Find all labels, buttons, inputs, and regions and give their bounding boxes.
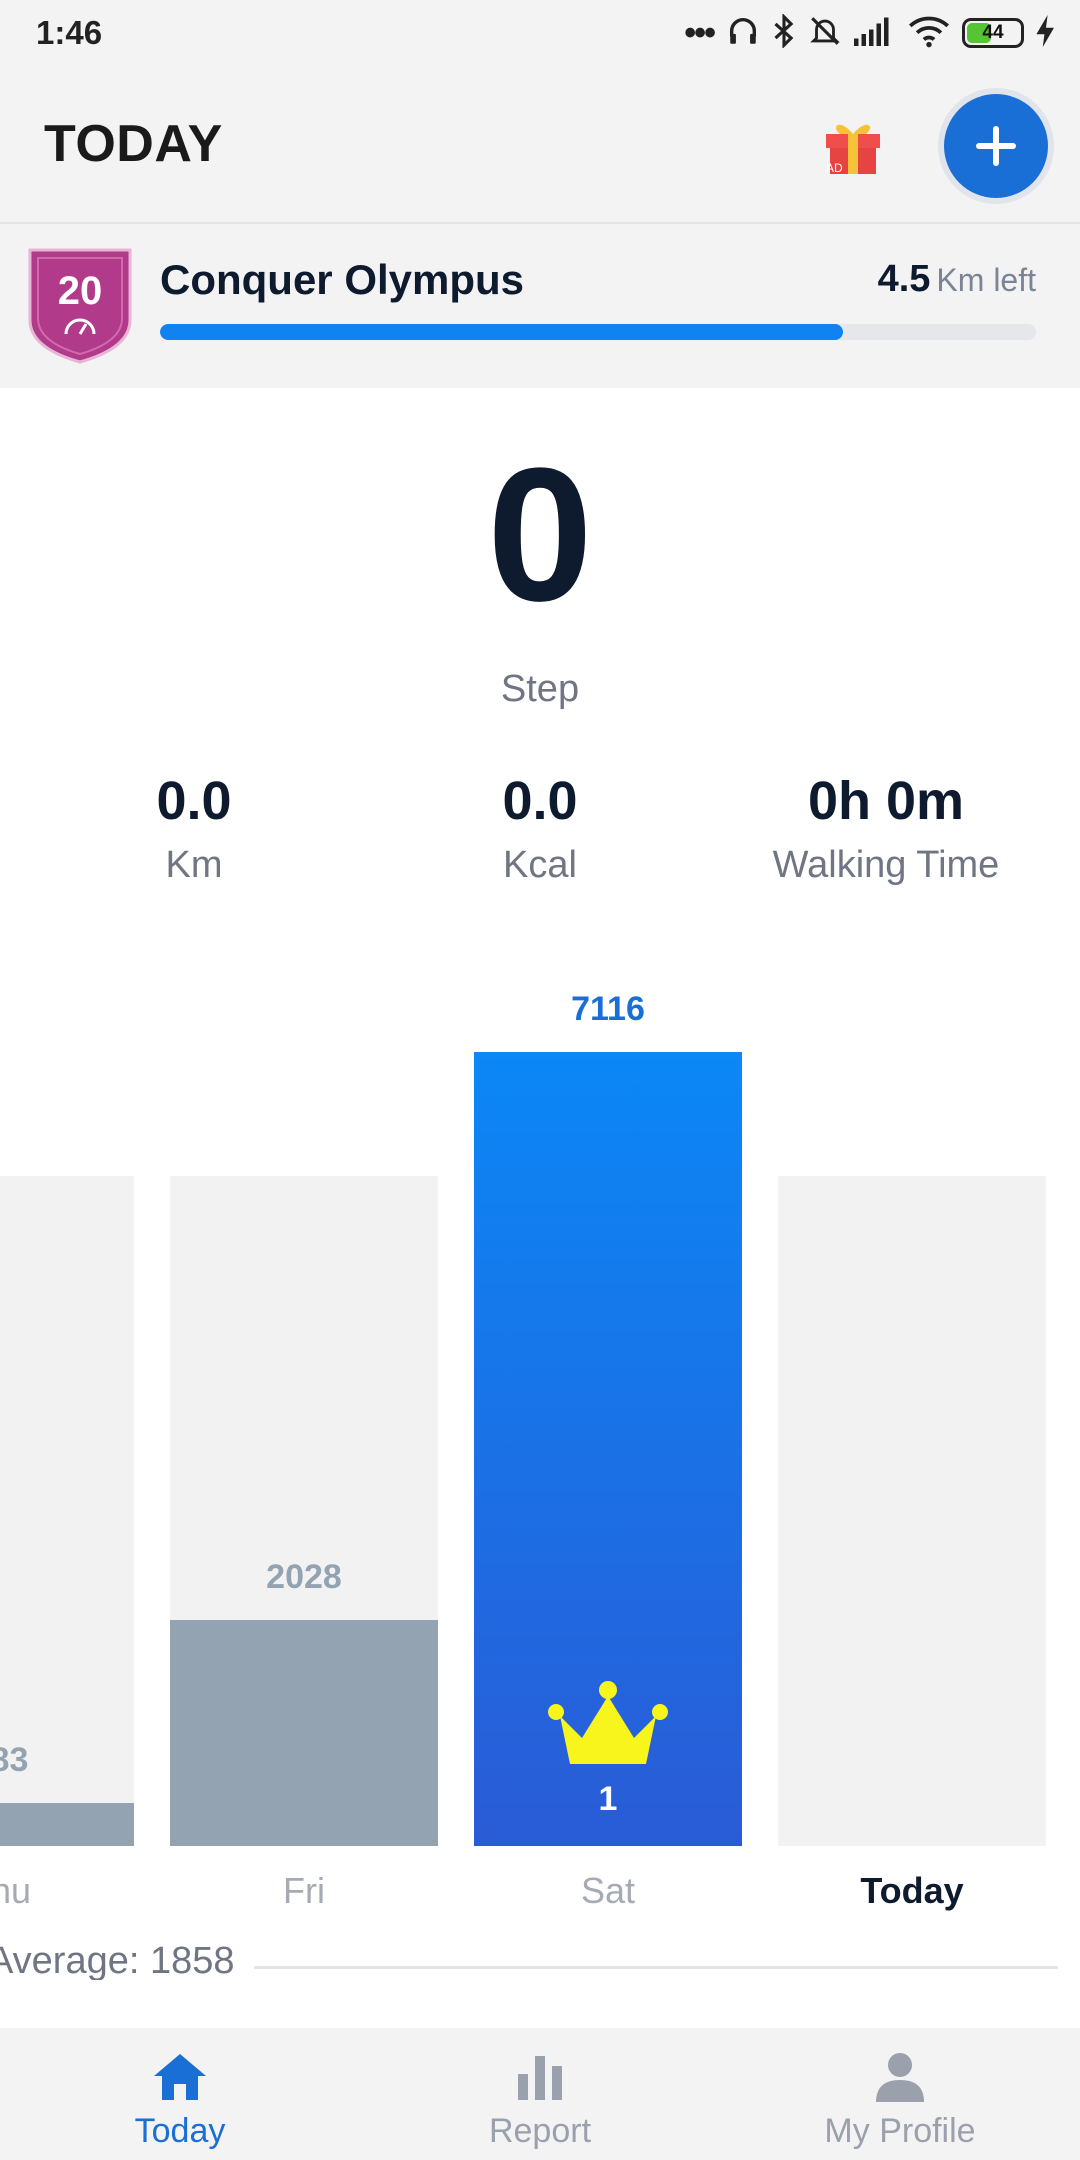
bar-chart-icon: [518, 2056, 562, 2100]
walking-time-value: 0h 0m: [807, 771, 965, 831]
headphones-icon: [726, 14, 760, 53]
bar-value-thu: 383: [0, 1741, 29, 1780]
bar-value-fri: 2028: [266, 1557, 342, 1596]
walking-time-stat: 0h 0m Walking Time: [706, 770, 1066, 887]
challenge-progress-fill: [160, 324, 844, 340]
distance-value: 0.0: [156, 771, 232, 831]
day-label-today: Today: [860, 1870, 964, 1911]
step-label: Step: [500, 668, 580, 710]
bluetooth-icon: [772, 12, 796, 53]
calories-stat: 0.0 Kcal: [360, 770, 720, 887]
app-header: TODAY AD: [0, 66, 1080, 222]
calories-label: Kcal: [503, 844, 577, 886]
day-label-fri: Fri: [283, 1870, 325, 1911]
bar-fri: [170, 1619, 438, 1846]
bar-value-sat: 7116: [571, 990, 645, 1028]
nav-today-label: Today: [134, 2112, 226, 2150]
bar-track-today[interactable]: [778, 1176, 1046, 1846]
challenge-card[interactable]: 20 Conquer Olympus 4.5 Km left: [0, 224, 1080, 388]
charging-icon: [1036, 14, 1056, 52]
nav-profile-label: My Profile: [824, 2112, 976, 2150]
ad-label: AD: [826, 161, 843, 175]
average-label: Average: 1858: [0, 1940, 235, 1980]
mute-bell-icon: [808, 14, 842, 53]
battery-icon: 44: [962, 18, 1024, 48]
wifi-icon: [908, 14, 950, 53]
weekly-steps-chart[interactable]: Average: 1858 383 Thu 2028 Fri 7116 Sat 1 Today: [0, 980, 1080, 1980]
page-title: TODAY: [44, 115, 223, 173]
challenge-remaining: 4.5 Km left: [878, 258, 1036, 301]
nav-today[interactable]: Today: [0, 2028, 360, 2160]
add-button[interactable]: [944, 94, 1048, 198]
remaining-value: 4.5: [877, 258, 931, 300]
bar-thu: [0, 1803, 134, 1846]
step-count: 0: [487, 429, 593, 641]
nav-report-label: Report: [488, 2112, 592, 2150]
status-icons: ••• 44: [684, 12, 1056, 54]
walking-time-label: Walking Time: [772, 844, 1000, 886]
bar-track-fri[interactable]: [170, 1176, 438, 1846]
nav-report[interactable]: Report: [360, 2028, 720, 2160]
remaining-unit: Km left: [936, 262, 1036, 298]
day-label-sat: Sat: [580, 1870, 636, 1911]
status-time: 1:46: [36, 14, 103, 51]
gift-icon[interactable]: AD: [818, 108, 888, 178]
battery-percent: 44: [982, 22, 1004, 43]
more-dots-icon: •••: [684, 13, 716, 52]
distance-stat: 0.0 Km: [14, 770, 374, 887]
average-line: [254, 1966, 1058, 1969]
person-icon: [876, 2053, 924, 2102]
nav-profile[interactable]: My Profile: [720, 2028, 1080, 2160]
plus-icon: [976, 126, 1016, 166]
badge-level: 20: [58, 269, 103, 313]
home-icon: [154, 2054, 206, 2100]
calories-value: 0.0: [502, 771, 578, 831]
bottom-navigation: Today Report My Profile: [0, 2028, 1080, 2160]
challenge-progress-bar: [160, 324, 1036, 340]
rank-number: 1: [598, 1780, 618, 1818]
signal-icon: [854, 15, 896, 52]
status-bar: 1:46 ••• 44: [0, 0, 1080, 66]
distance-label: Km: [165, 844, 223, 886]
day-label-thu: Thu: [0, 1870, 32, 1911]
level-badge-icon: 20: [28, 248, 132, 364]
crown-icon: [548, 1681, 668, 1764]
challenge-name: Conquer Olympus: [160, 256, 525, 303]
